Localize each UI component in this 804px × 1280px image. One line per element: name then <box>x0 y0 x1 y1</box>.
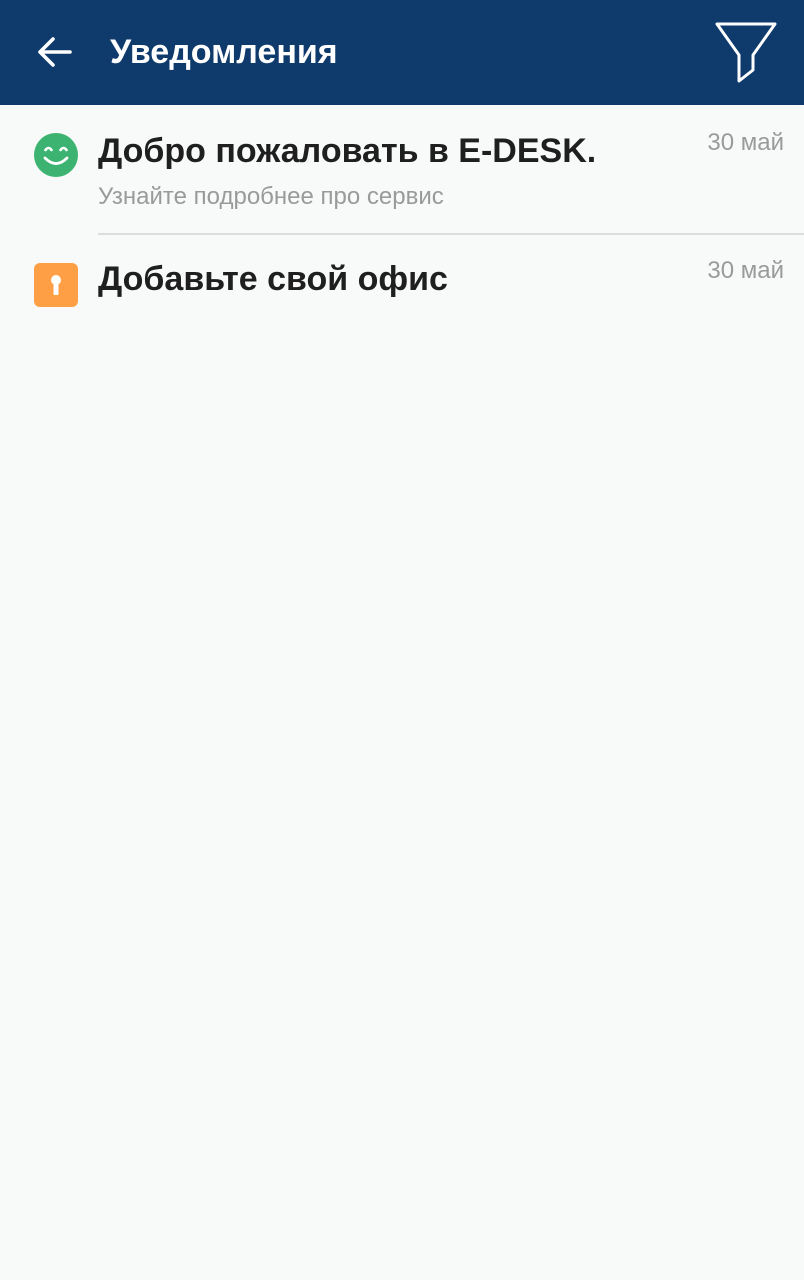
app-bar: Уведомления <box>0 0 804 105</box>
notification-item-welcome[interactable]: Добро пожаловать в E-DESK. Узнайте подро… <box>0 105 804 235</box>
keyhole-icon <box>34 263 78 307</box>
notification-date: 30 май <box>707 257 784 284</box>
notification-date: 30 май <box>707 129 784 156</box>
notification-item-add-office[interactable]: Добавьте свой офис 30 май <box>0 235 804 345</box>
notification-title: Добавьте свой офис <box>98 260 448 298</box>
back-button[interactable] <box>24 22 84 82</box>
arrow-left-icon <box>38 37 72 67</box>
filter-icon <box>715 22 777 83</box>
notifications-list: Добро пожаловать в E-DESK. Узнайте подро… <box>0 105 804 345</box>
smiley-icon <box>34 133 78 177</box>
page-title: Уведомления <box>110 33 338 71</box>
notification-title: Добро пожаловать в E-DESK. <box>98 132 597 170</box>
filter-button[interactable] <box>706 12 786 92</box>
notification-subtitle: Узнайте подробнее про сервис <box>98 183 444 210</box>
